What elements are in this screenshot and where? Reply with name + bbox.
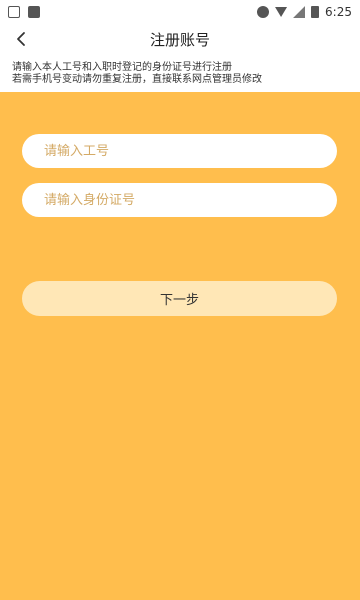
app-header: 注册账号 <box>0 24 360 54</box>
back-arrow-icon[interactable] <box>8 26 34 52</box>
message-icon <box>28 6 40 18</box>
notice-line-2: 若需手机号变动请勿重复注册，直接联系网点管理员修改 <box>12 74 262 85</box>
status-bar: 6:25 <box>0 0 360 24</box>
do-not-disturb-icon <box>257 6 270 18</box>
wifi-icon <box>275 7 288 17</box>
signal-icon <box>293 6 306 18</box>
status-right-icons: 6:25 <box>257 5 352 19</box>
notice-line-1: 请输入本人工号和入职时登记的身份证号进行注册 <box>12 62 232 73</box>
notification-icon <box>8 6 20 18</box>
employee-id-input[interactable] <box>42 142 337 160</box>
battery-icon <box>311 6 320 18</box>
page-title: 注册账号 <box>149 30 210 49</box>
registration-form-area: 下一步 <box>0 92 360 600</box>
id-card-input[interactable] <box>42 191 337 209</box>
next-button[interactable]: 下一步 <box>22 281 337 316</box>
status-left-icons <box>8 6 40 18</box>
id-card-field <box>22 183 337 217</box>
status-time: 6:25 <box>325 5 352 19</box>
employee-id-field <box>22 134 337 168</box>
registration-notice: 请输入本人工号和入职时登记的身份证号进行注册 若需手机号变动请勿重复注册，直接联… <box>0 58 360 92</box>
